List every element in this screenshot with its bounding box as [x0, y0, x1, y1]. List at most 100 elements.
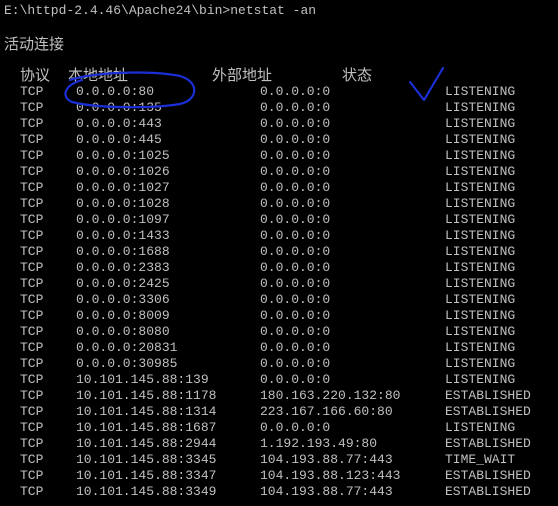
local-address-cell: 0.0.0.0:1433 — [76, 228, 170, 243]
state-cell: ESTABLISHED — [445, 468, 531, 483]
proto-cell: TCP — [20, 356, 44, 371]
table-row: TCP 0.0.0.0:1028 0.0.0.0:0 LISTENING — [0, 196, 558, 212]
state-cell: LISTENING — [445, 356, 516, 371]
proto-cell: TCP — [20, 196, 44, 211]
state-cell: LISTENING — [445, 244, 516, 259]
foreign-address-cell: 0.0.0.0:0 — [260, 340, 331, 355]
foreign-address-cell: 0.0.0.0:0 — [260, 132, 331, 147]
foreign-address-cell: 0.0.0.0:0 — [260, 228, 331, 243]
header-foreign-address: 外部地址 — [212, 66, 273, 84]
table-row: TCP 10.101.145.88:1178 180.163.220.132:80 E… — [0, 388, 558, 404]
local-address-cell: 0.0.0.0:8080 — [76, 324, 170, 339]
state-cell: LISTENING — [445, 420, 516, 435]
foreign-address-cell: 104.193.88.77:443 — [260, 452, 393, 467]
proto-cell: TCP — [20, 324, 44, 339]
state-cell: LISTENING — [445, 308, 516, 323]
local-address-cell: 0.0.0.0:1026 — [76, 164, 170, 179]
table-row: TCP 0.0.0.0:80 0.0.0.0:0 LISTENING — [0, 84, 558, 100]
foreign-address-cell: 104.193.88.123:443 — [260, 468, 401, 483]
state-cell: LISTENING — [445, 100, 516, 115]
foreign-address-cell: 0.0.0.0:0 — [260, 148, 331, 163]
local-address-cell: 10.101.145.88:1178 — [76, 388, 217, 403]
table-row: TCP 0.0.0.0:1433 0.0.0.0:0 LISTENING — [0, 228, 558, 244]
foreign-address-cell: 0.0.0.0:0 — [260, 276, 331, 291]
proto-cell: TCP — [20, 260, 44, 275]
proto-cell: TCP — [20, 436, 44, 451]
state-cell: LISTENING — [445, 180, 516, 195]
state-cell: LISTENING — [445, 276, 516, 291]
state-cell: LISTENING — [445, 164, 516, 179]
local-address-cell: 10.101.145.88:1314 — [76, 404, 217, 419]
console-window[interactable]: E:\httpd-2.4.46\Apache24\bin>netstat -an… — [0, 0, 558, 506]
proto-cell: TCP — [20, 404, 44, 419]
table-row: TCP 0.0.0.0:8080 0.0.0.0:0 LISTENING — [0, 324, 558, 340]
foreign-address-cell: 0.0.0.0:0 — [260, 180, 331, 195]
local-address-cell: 0.0.0.0:2425 — [76, 276, 170, 291]
local-address-cell: 0.0.0.0:1688 — [76, 244, 170, 259]
table-row: TCP 0.0.0.0:1025 0.0.0.0:0 LISTENING — [0, 148, 558, 164]
local-address-cell: 10.101.145.88:139 — [76, 372, 209, 387]
state-cell: LISTENING — [445, 228, 516, 243]
state-cell: LISTENING — [445, 84, 516, 99]
proto-cell: TCP — [20, 276, 44, 291]
proto-cell: TCP — [20, 308, 44, 323]
table-row: TCP 0.0.0.0:30985 0.0.0.0:0 LISTENING — [0, 356, 558, 372]
table-row: TCP 0.0.0.0:2425 0.0.0.0:0 LISTENING — [0, 276, 558, 292]
local-address-cell: 0.0.0.0:445 — [76, 132, 162, 147]
local-address-cell: 0.0.0.0:8009 — [76, 308, 170, 323]
table-row: TCP 0.0.0.0:2383 0.0.0.0:0 LISTENING — [0, 260, 558, 276]
foreign-address-cell: 0.0.0.0:0 — [260, 260, 331, 275]
local-address-cell: 10.101.145.88:1687 — [76, 420, 217, 435]
proto-cell: TCP — [20, 420, 44, 435]
state-cell: ESTABLISHED — [445, 484, 531, 499]
state-cell: LISTENING — [445, 324, 516, 339]
state-cell: ESTABLISHED — [445, 404, 531, 419]
local-address-cell: 0.0.0.0:30985 — [76, 356, 178, 371]
proto-cell: TCP — [20, 468, 44, 483]
proto-cell: TCP — [20, 164, 44, 179]
table-row: TCP 0.0.0.0:1026 0.0.0.0:0 LISTENING — [0, 164, 558, 180]
proto-cell: TCP — [20, 244, 44, 259]
table-row: TCP 10.101.145.88:1687 0.0.0.0:0 LISTENING — [0, 420, 558, 436]
active-connections-title: 活动连接 — [4, 35, 65, 53]
local-address-cell: 10.101.145.88:2944 — [76, 436, 217, 451]
proto-cell: TCP — [20, 116, 44, 131]
foreign-address-cell: 0.0.0.0:0 — [260, 308, 331, 323]
proto-cell: TCP — [20, 212, 44, 227]
proto-cell: TCP — [20, 452, 44, 467]
foreign-address-cell: 0.0.0.0:0 — [260, 212, 331, 227]
proto-cell: TCP — [20, 340, 44, 355]
table-row: TCP 10.101.145.88:3349 104.193.88.77:443 ES… — [0, 484, 558, 500]
local-address-cell: 0.0.0.0:1027 — [76, 180, 170, 195]
table-row: TCP 0.0.0.0:1097 0.0.0.0:0 LISTENING — [0, 212, 558, 228]
foreign-address-cell: 0.0.0.0:0 — [260, 292, 331, 307]
table-row: TCP 0.0.0.0:445 0.0.0.0:0 LISTENING — [0, 132, 558, 148]
table-row: TCP 0.0.0.0:443 0.0.0.0:0 LISTENING — [0, 116, 558, 132]
table-row: TCP 10.101.145.88:2944 1.192.193.49:80 ESTA… — [0, 436, 558, 452]
local-address-cell: 0.0.0.0:1028 — [76, 196, 170, 211]
table-row: TCP 0.0.0.0:20831 0.0.0.0:0 LISTENING — [0, 340, 558, 356]
local-address-cell: 0.0.0.0:1025 — [76, 148, 170, 163]
proto-cell: TCP — [20, 372, 44, 387]
state-cell: LISTENING — [445, 196, 516, 211]
state-cell: LISTENING — [445, 212, 516, 227]
local-address-cell: 0.0.0.0:80 — [76, 84, 155, 99]
foreign-address-cell: 0.0.0.0:0 — [260, 100, 331, 115]
table-row: TCP 0.0.0.0:8009 0.0.0.0:0 LISTENING — [0, 308, 558, 324]
table-row: TCP 0.0.0.0:1688 0.0.0.0:0 LISTENING — [0, 244, 558, 260]
state-cell: LISTENING — [445, 116, 516, 131]
foreign-address-cell: 0.0.0.0:0 — [260, 196, 331, 211]
proto-cell: TCP — [20, 84, 44, 99]
table-row: TCP 0.0.0.0:3306 0.0.0.0:0 LISTENING — [0, 292, 558, 308]
foreign-address-cell: 0.0.0.0:0 — [260, 420, 331, 435]
foreign-address-cell: 0.0.0.0:0 — [260, 116, 331, 131]
local-address-cell: 0.0.0.0:443 — [76, 116, 162, 131]
proto-cell: TCP — [20, 132, 44, 147]
proto-cell: TCP — [20, 180, 44, 195]
table-row: TCP 0.0.0.0:135 0.0.0.0:0 LISTENING — [0, 100, 558, 116]
local-address-cell: 0.0.0.0:20831 — [76, 340, 178, 355]
table-row: TCP 10.101.145.88:1314 223.167.166.60:80 ES… — [0, 404, 558, 420]
foreign-address-cell: 0.0.0.0:0 — [260, 324, 331, 339]
header-local-address: 本地地址 — [68, 66, 129, 84]
foreign-address-cell: 1.192.193.49:80 — [260, 436, 378, 451]
